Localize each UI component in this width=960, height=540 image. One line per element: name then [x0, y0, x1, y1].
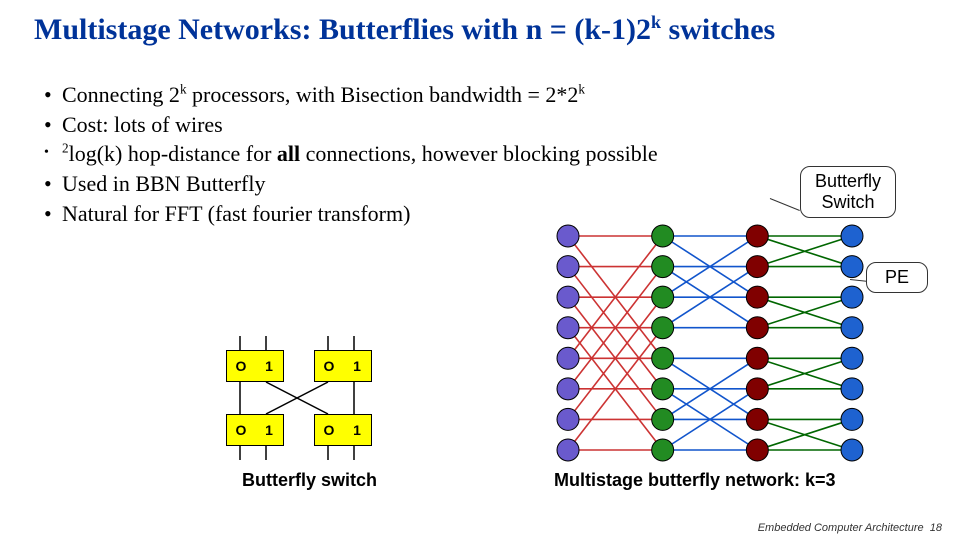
switch-cell: O1	[226, 350, 284, 382]
callout-leader-line	[770, 198, 800, 211]
callout-butterfly-switch: ButterflySwitch	[800, 166, 896, 218]
bullet-2: •Cost: lots of wires	[44, 110, 658, 140]
butterfly-network-diagram	[540, 222, 880, 464]
switch-cell: O1	[226, 414, 284, 446]
caption-network: Multistage butterfly network: k=3	[554, 470, 836, 491]
caption-switch: Butterfly switch	[242, 470, 377, 491]
butterfly-switch-diagram: O1 O1 O1 O1	[216, 336, 416, 466]
slide-footer: Embedded Computer Architecture 18	[758, 522, 942, 534]
bullets-list: • Connecting 2k processors, with Bisecti…	[44, 80, 658, 228]
network-svg	[540, 222, 880, 464]
switch-cell: O1	[314, 350, 372, 382]
bullet-3: • 2log(k) hop-distance for all connectio…	[44, 139, 658, 169]
switch-cell: O1	[314, 414, 372, 446]
slide-title: Multistage Networks: Butterflies with n …	[34, 12, 775, 47]
bullet-1: • Connecting 2k processors, with Bisecti…	[44, 80, 658, 110]
bullet-4: •Used in BBN Butterfly	[44, 169, 658, 199]
